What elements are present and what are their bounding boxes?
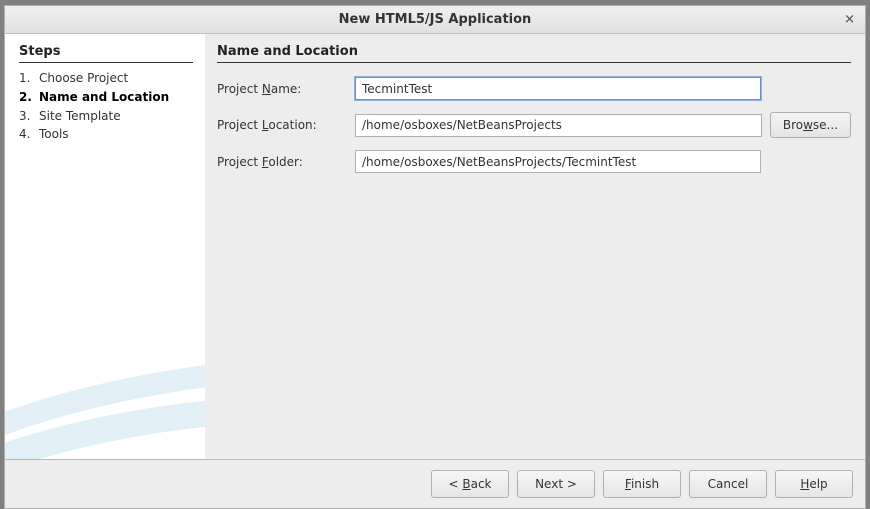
step-item: 4. Tools [19,125,193,144]
main-panel: Name and Location Project Name: Project … [205,34,865,459]
project-name-row: Project Name: [217,77,851,100]
project-location-input[interactable] [355,114,762,137]
step-label: Site Template [39,108,193,125]
step-num: 1. [19,70,39,87]
project-location-row: Project Location: Browse... [217,112,851,138]
step-label: Choose Project [39,70,193,87]
back-button[interactable]: < Back [431,470,509,498]
close-icon[interactable]: ✕ [840,10,859,29]
steps-panel: Steps 1. Choose Project 2. Name and Loca… [5,34,205,459]
decorative-swoosh-icon [5,329,205,459]
finish-button[interactable]: Finish [603,470,681,498]
step-item: 3. Site Template [19,107,193,126]
step-label: Tools [39,126,193,143]
project-name-label: Project Name: [217,82,347,96]
section-header: Name and Location [217,44,851,63]
step-num: 3. [19,108,39,125]
browse-button[interactable]: Browse... [770,112,851,138]
step-label: Name and Location [39,89,193,106]
steps-list: 1. Choose Project 2. Name and Location 3… [19,69,193,144]
project-folder-label: Project Folder: [217,155,347,169]
project-location-label: Project Location: [217,118,347,132]
project-name-input[interactable] [355,77,761,100]
wizard-dialog: New HTML5/JS Application ✕ Steps 1. Choo… [4,5,866,509]
cancel-button[interactable]: Cancel [689,470,767,498]
titlebar-title: New HTML5/JS Application [339,12,532,27]
step-item: 1. Choose Project [19,69,193,88]
steps-header: Steps [19,44,193,63]
step-item-current: 2. Name and Location [19,88,193,107]
step-num: 4. [19,126,39,143]
project-folder-row: Project Folder: [217,150,851,173]
step-num: 2. [19,89,39,106]
titlebar: New HTML5/JS Application ✕ [5,6,865,34]
next-button[interactable]: Next > [517,470,595,498]
button-bar: < Back Next > Finish Cancel Help [5,460,865,508]
dialog-content: Steps 1. Choose Project 2. Name and Loca… [5,34,865,460]
project-folder-input[interactable] [355,150,761,173]
help-button[interactable]: Help [775,470,853,498]
